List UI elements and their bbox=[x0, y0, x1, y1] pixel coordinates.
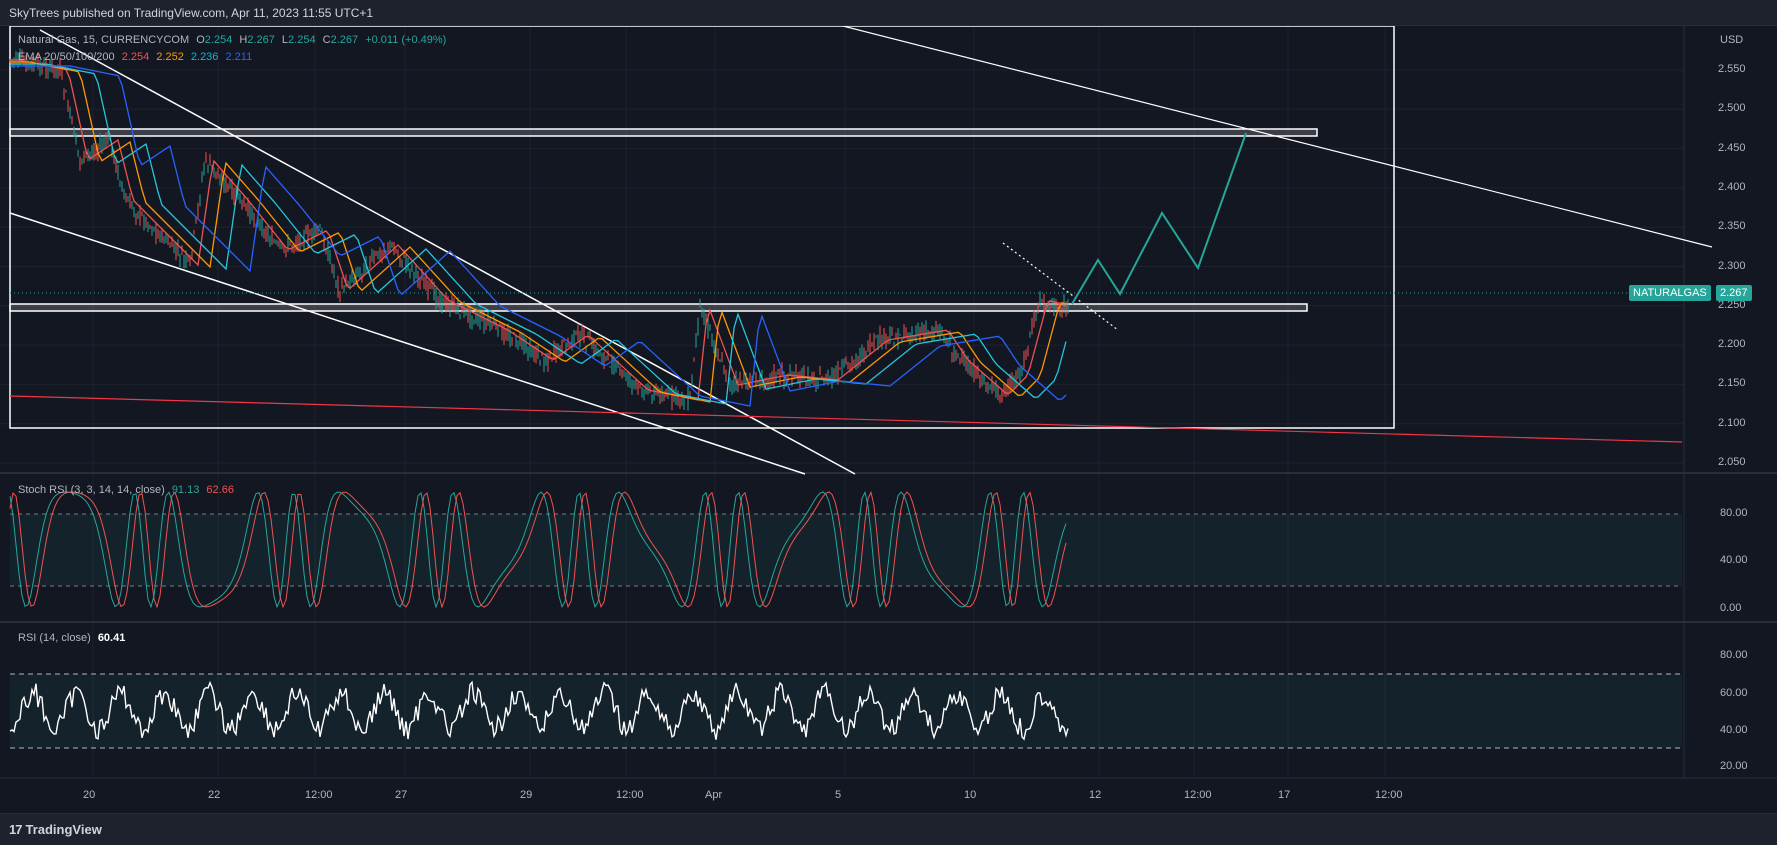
ema-legend: EMA 20/50/100/200 2.254 2.252 2.236 2.21… bbox=[18, 51, 256, 63]
price-tick: 2.450 bbox=[1718, 141, 1746, 154]
currency-label: USD bbox=[1720, 34, 1744, 46]
stoch-band bbox=[10, 514, 1682, 586]
open-label: O bbox=[196, 34, 205, 46]
stoch-tick: 0.00 bbox=[1720, 602, 1742, 614]
ema50-value: 2.252 bbox=[156, 51, 184, 63]
rsi-tick: 60.00 bbox=[1720, 687, 1748, 699]
rsi-tick: 20.00 bbox=[1720, 760, 1748, 772]
close-label: C bbox=[322, 34, 331, 46]
time-tick: 17 bbox=[1278, 789, 1291, 801]
rsi-tick: 80.00 bbox=[1720, 649, 1748, 661]
open-value: 2.254 bbox=[204, 34, 233, 46]
rsi-legend: RSI (14, close) 60.41 bbox=[18, 632, 129, 644]
price-tick: 2.050 bbox=[1718, 456, 1746, 468]
time-tick: Apr bbox=[705, 789, 723, 801]
time-tick: 12:00 bbox=[305, 789, 333, 801]
time-tick: 5 bbox=[835, 789, 842, 801]
time-tick: 22 bbox=[208, 789, 221, 801]
time-tick: 12 bbox=[1089, 789, 1102, 801]
time-tick: 12:00 bbox=[1375, 789, 1403, 801]
stoch-d-value: 62.66 bbox=[206, 484, 234, 496]
symbol-line: Natural Gas, 15, CURRENCYCOM bbox=[18, 34, 190, 46]
resistance-zone bbox=[9, 128, 1318, 137]
ema20-value: 2.254 bbox=[121, 51, 150, 63]
stoch-tick: 40.00 bbox=[1720, 554, 1748, 566]
price-tick: 2.200 bbox=[1718, 338, 1746, 351]
time-tick: 12:00 bbox=[616, 789, 644, 801]
last-price-badge: 2.267 bbox=[1716, 285, 1752, 301]
close-value: 2.267 bbox=[330, 34, 359, 46]
price-tick: 2.500 bbox=[1718, 102, 1746, 115]
time-tick: 27 bbox=[395, 789, 408, 801]
price-tick: 2.350 bbox=[1718, 220, 1746, 233]
low-value: 2.254 bbox=[288, 34, 316, 46]
stoch-k-value: 91.13 bbox=[171, 484, 200, 496]
rsi-value: 60.41 bbox=[97, 632, 126, 644]
footer-bar: 17 TradingView bbox=[0, 813, 1777, 845]
time-tick: 20 bbox=[83, 789, 96, 801]
price-tick: 2.400 bbox=[1718, 180, 1746, 193]
change-value: +0.011 (+0.49%) bbox=[365, 34, 447, 46]
main-legend: Natural Gas, 15, CURRENCYCOM O2.254 H2.2… bbox=[18, 34, 450, 46]
stoch-tick: 80.00 bbox=[1720, 507, 1748, 519]
ema200-value: 2.211 bbox=[225, 51, 253, 63]
tradingview-logo-icon: 17 bbox=[9, 822, 23, 837]
stoch-legend: Stoch RSI (3, 3, 14, 14, close) 91.13 62… bbox=[18, 484, 238, 496]
publish-header: SkyTrees published on TradingView.com, A… bbox=[0, 0, 1777, 26]
published-text: SkyTrees published on TradingView.com, A… bbox=[9, 5, 374, 20]
chart-canvas[interactable] bbox=[0, 26, 1777, 813]
rsi-tick: 40.00 bbox=[1720, 724, 1748, 736]
ema100-value: 2.236 bbox=[190, 51, 219, 63]
tradingview-logo[interactable]: 17 TradingView bbox=[9, 822, 102, 837]
symbol-badge: NATURALGAS bbox=[1629, 285, 1711, 301]
price-tick: 2.100 bbox=[1718, 416, 1746, 429]
time-tick: 10 bbox=[964, 789, 977, 801]
high-value: 2.267 bbox=[247, 34, 275, 46]
support-zone bbox=[9, 303, 1308, 312]
time-tick: 29 bbox=[520, 789, 533, 801]
price-tick: 2.550 bbox=[1718, 63, 1746, 75]
tradingview-logo-text: TradingView bbox=[25, 822, 102, 837]
ema-label: EMA 20/50/100/200 bbox=[18, 51, 115, 63]
price-tick: 2.150 bbox=[1718, 377, 1746, 390]
time-tick: 12:00 bbox=[1184, 789, 1212, 801]
price-tick: 2.300 bbox=[1718, 259, 1746, 272]
stoch-label: Stoch RSI (3, 3, 14, 14, close) bbox=[18, 484, 165, 496]
rsi-label: RSI (14, close) bbox=[18, 632, 91, 644]
